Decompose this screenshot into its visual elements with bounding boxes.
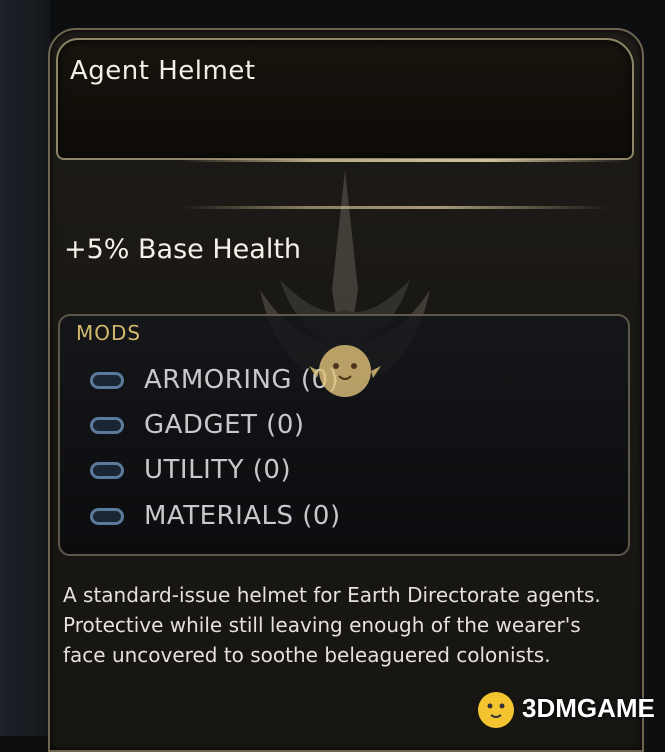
background-left — [0, 0, 50, 736]
mod-slot-label: GADGET (0) — [144, 410, 305, 440]
watermark-mascot-icon — [309, 345, 381, 397]
mod-slot-gadget[interactable]: GADGET (0) — [90, 405, 305, 445]
mod-slot-icon — [90, 461, 124, 479]
mod-slot-label: MATERIALS (0) — [144, 501, 341, 531]
item-description: A standard-issue helmet for Earth Direct… — [63, 583, 601, 667]
mod-slot-icon — [90, 507, 124, 525]
watermark-text: 3DMGAME — [522, 692, 655, 723]
mods-heading: MODS — [76, 321, 142, 345]
watermark: 3DMGAME — [470, 680, 655, 736]
mod-slot-icon — [90, 416, 124, 434]
item-title: Agent Helmet — [70, 56, 256, 86]
item-stat-bonus: +5% Base Health — [64, 234, 302, 265]
watermark-logo-icon — [478, 692, 514, 728]
mod-slot-utility[interactable]: UTILITY (0) — [90, 450, 291, 490]
mod-slot-icon — [90, 371, 124, 389]
mod-slot-label: UTILITY (0) — [144, 455, 292, 485]
mod-slot-armoring[interactable]: ARMORING (0) — [90, 360, 339, 400]
mod-slot-materials[interactable]: MATERIALS (0) — [90, 496, 341, 536]
